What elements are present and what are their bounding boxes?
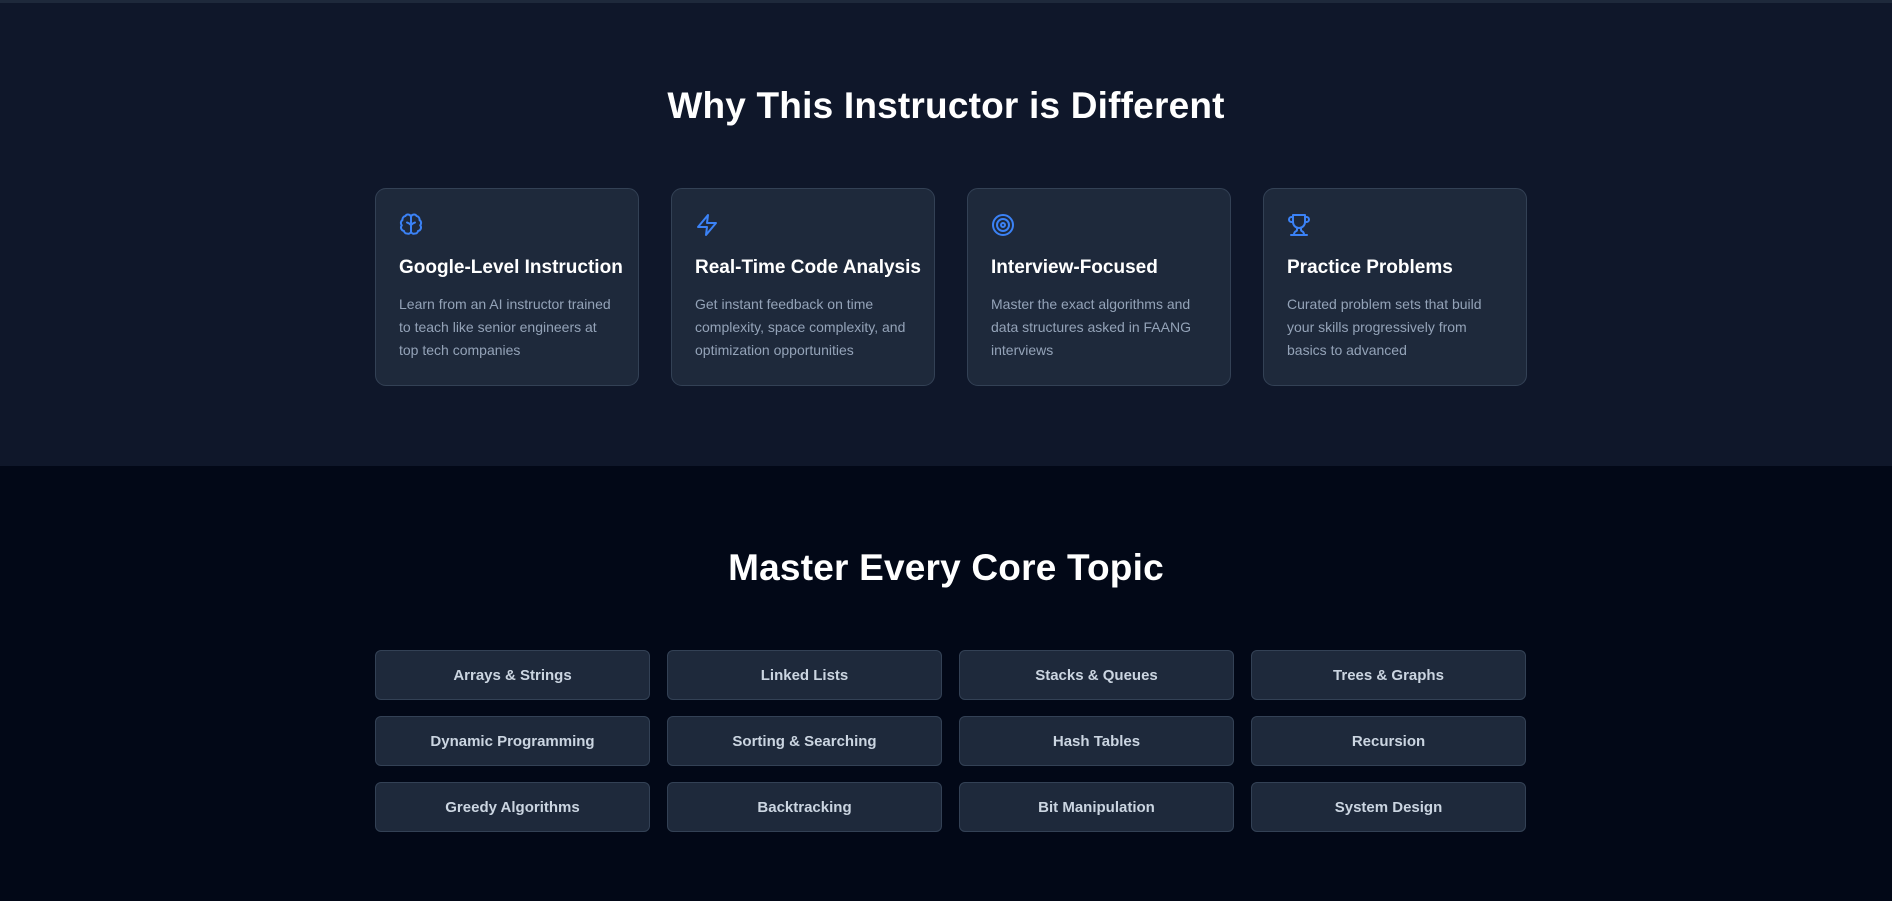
lightning-icon (695, 213, 719, 237)
feature-card-instruction: Google-Level Instruction Learn from an A… (375, 188, 639, 386)
feature-card-title: Interview-Focused (991, 257, 1158, 278)
topic-recursion[interactable]: Recursion (1251, 716, 1526, 766)
features-section (0, 3, 1892, 466)
topic-greedy-algorithms[interactable]: Greedy Algorithms (375, 782, 650, 832)
feature-card-title: Real-Time Code Analysis (695, 257, 921, 278)
trophy-icon (1287, 213, 1311, 237)
topic-linked-lists[interactable]: Linked Lists (667, 650, 942, 700)
feature-card-description: Curated problem sets that build your ski… (1287, 296, 1482, 358)
brain-icon (399, 213, 423, 237)
topic-stacks-queues[interactable]: Stacks & Queues (959, 650, 1234, 700)
feature-card-description: Get instant feedback on time complexity,… (695, 296, 906, 358)
feature-card-code-analysis: Real-Time Code Analysis Get instant feed… (671, 188, 935, 386)
topic-sorting-searching[interactable]: Sorting & Searching (667, 716, 942, 766)
feature-card-description: Master the exact algorithms and data str… (991, 296, 1191, 358)
feature-card-interview: Interview-Focused Master the exact algor… (967, 188, 1231, 386)
feature-card-practice: Practice Problems Curated problem sets t… (1263, 188, 1527, 386)
topic-system-design[interactable]: System Design (1251, 782, 1526, 832)
topic-dynamic-programming[interactable]: Dynamic Programming (375, 716, 650, 766)
topic-backtracking[interactable]: Backtracking (667, 782, 942, 832)
features-heading: Why This Instructor is Different (667, 85, 1225, 126)
feature-card-title: Google-Level Instruction (399, 257, 623, 278)
topic-hash-tables[interactable]: Hash Tables (959, 716, 1234, 766)
topics-section (0, 466, 1892, 901)
topics-heading: Master Every Core Topic (728, 547, 1164, 588)
target-icon (991, 213, 1015, 237)
topic-trees-graphs[interactable]: Trees & Graphs (1251, 650, 1526, 700)
feature-card-description: Learn from an AI instructor trained to t… (399, 296, 611, 358)
topic-arrays-strings[interactable]: Arrays & Strings (375, 650, 650, 700)
feature-card-title: Practice Problems (1287, 257, 1453, 278)
topic-bit-manipulation[interactable]: Bit Manipulation (959, 782, 1234, 832)
